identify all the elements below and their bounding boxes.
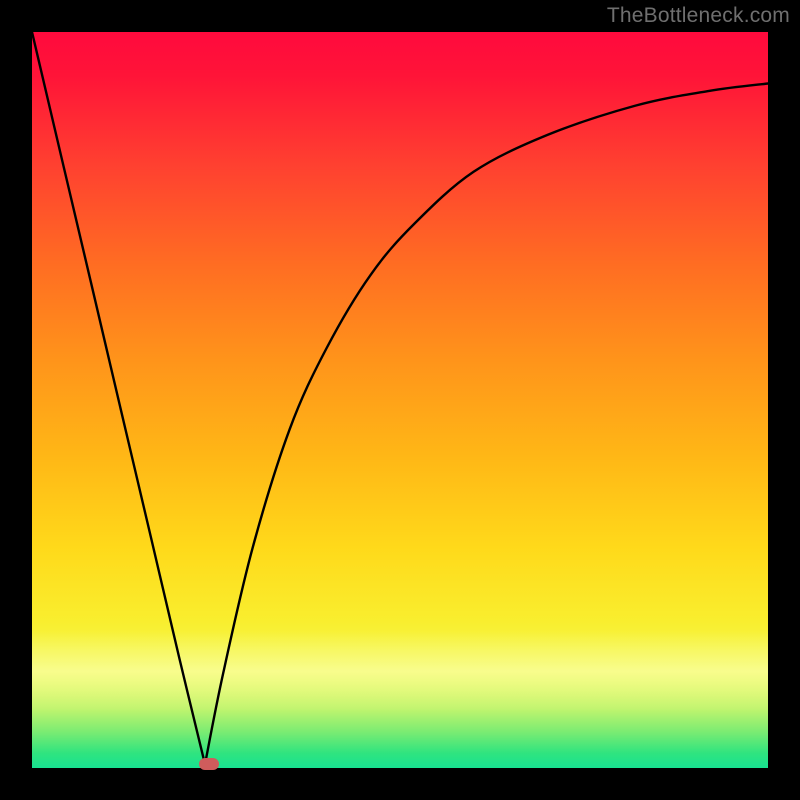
attribution-text: TheBottleneck.com [607,4,790,28]
chart-frame: TheBottleneck.com [0,0,800,800]
plot-area [32,32,768,768]
